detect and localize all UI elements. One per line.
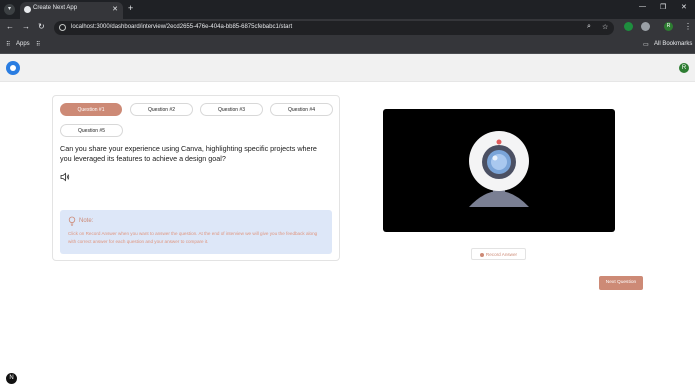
tab-question-2[interactable]: Question #2 (130, 103, 193, 116)
webcam-icon (469, 131, 529, 207)
question-card: Question #1 Question #2 Question #3 Ques… (52, 95, 340, 261)
window-close-button[interactable]: ✕ (681, 3, 687, 11)
logo-mark (10, 65, 16, 71)
tab-question-1[interactable]: Question #1 (60, 103, 122, 116)
note-box: Note: Click on Record Answer when you wa… (60, 210, 332, 254)
app-header: R (0, 54, 695, 82)
forward-button[interactable]: → (22, 22, 30, 31)
site-info-icon[interactable] (59, 24, 66, 31)
next-question-button[interactable]: Next Question (599, 276, 643, 290)
lightbulb-icon (68, 216, 76, 226)
record-answer-label: Record Answer (485, 252, 518, 257)
webcam-preview (383, 109, 615, 232)
extensions-puzzle-icon[interactable] (641, 22, 650, 31)
note-text: Click on Record Answer when you want to … (68, 231, 318, 244)
tab-title: Create Next App (33, 5, 78, 11)
folder-icon: ▭ (643, 42, 649, 48)
address-bar[interactable]: localhost:3000/dashboard/interview/2ecd2… (54, 21, 614, 35)
apps-grid-icon[interactable]: ⠿ (6, 41, 10, 48)
browser-tab-strip: ▾ Create Next App ✕ + — ❐ ✕ (0, 0, 695, 19)
note-title: Note: (79, 218, 94, 224)
tab-search-icon[interactable]: ▾ (4, 4, 15, 15)
record-icon (479, 252, 484, 257)
favicon-icon (24, 6, 31, 13)
restore-button[interactable]: ❐ (660, 3, 666, 11)
reload-button[interactable]: ↻ (38, 22, 45, 31)
browser-toolbar: ← → ↻ localhost:3000/dashboard/interview… (0, 19, 695, 38)
address-bar-url[interactable]: localhost:3000/dashboard/interview/2ecd2… (71, 24, 292, 30)
tab-question-3[interactable]: Question #3 (200, 103, 263, 116)
record-answer-button[interactable]: Record Answer (471, 248, 526, 260)
bookmarks-bar: ⠿ Apps ⠿ ▭ All Bookmarks (0, 38, 695, 54)
bookmark-star-icon[interactable]: ☆ (602, 23, 608, 31)
app-logo[interactable] (6, 61, 20, 75)
question-text: Can you share your experience using Canv… (60, 144, 317, 163)
bookmark-apps[interactable]: Apps (16, 41, 30, 47)
browser-tab[interactable]: Create Next App ✕ (20, 2, 123, 19)
back-button[interactable]: ← (6, 22, 14, 31)
new-tab-button[interactable]: + (128, 3, 133, 13)
nextjs-dev-indicator[interactable]: N (6, 373, 17, 384)
speaker-icon[interactable] (60, 172, 70, 182)
tab-close-icon[interactable]: ✕ (112, 5, 118, 13)
browser-menu-icon[interactable]: ⋮ (684, 22, 692, 31)
all-bookmarks-link[interactable]: All Bookmarks (654, 41, 692, 47)
tab-question-4[interactable]: Question #4 (270, 103, 333, 116)
user-avatar[interactable]: R (679, 63, 689, 73)
tab-question-5[interactable]: Question #5 (60, 124, 123, 137)
extension-shield-icon[interactable] (624, 22, 633, 31)
zoom-search-icon[interactable]: ⌕ (587, 23, 591, 31)
profile-avatar[interactable]: R (664, 22, 673, 31)
bookmark-grid-icon[interactable]: ⠿ (36, 41, 40, 48)
minimize-button[interactable]: — (639, 3, 646, 10)
